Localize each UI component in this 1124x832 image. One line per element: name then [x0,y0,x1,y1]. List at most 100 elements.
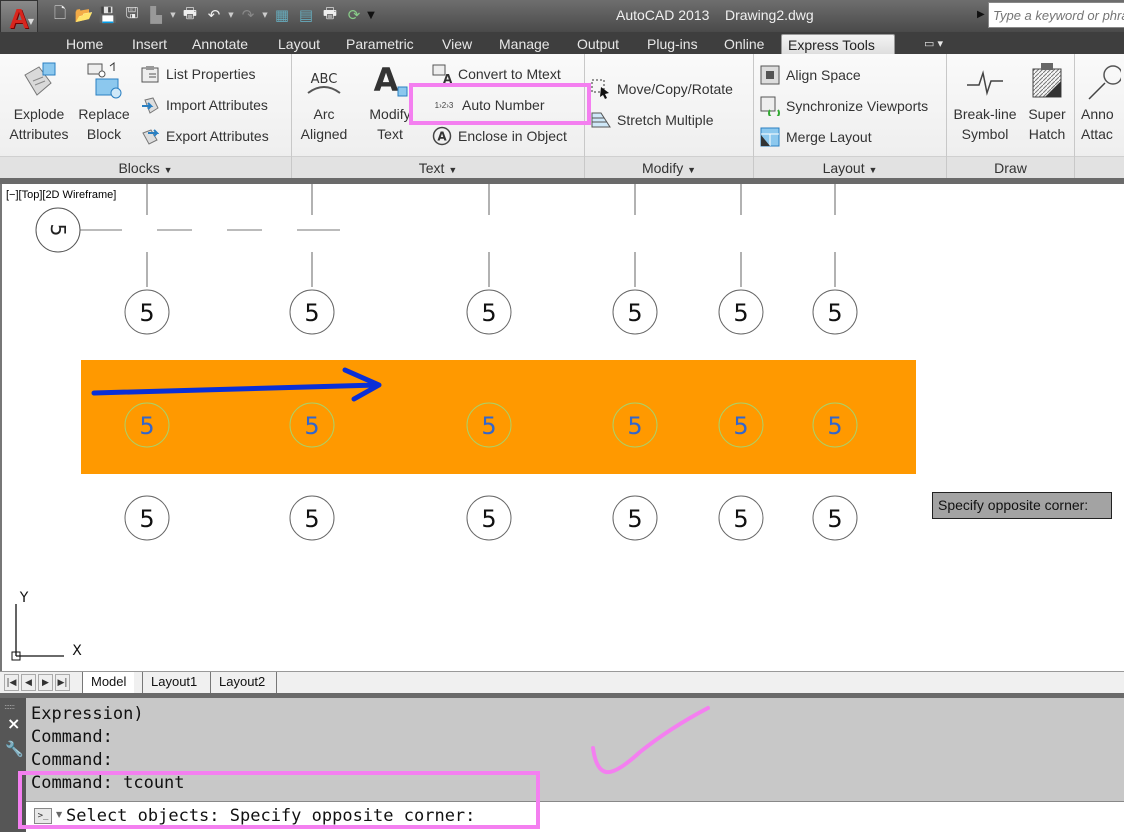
grid-bubble-text: 5 [733,505,748,533]
merge-layout-button[interactable]: Merge Layout [760,127,872,147]
undo-icon[interactable]: ↶ [202,5,226,25]
new-icon[interactable]: 🗋 [48,4,72,25]
search-input[interactable] [988,2,1124,28]
auto-number-button[interactable]: 1›2›3 Auto Number [432,95,545,115]
panel-draw-title[interactable]: Draw [947,156,1074,178]
wrench-icon[interactable]: 🔧 [5,740,24,758]
chevron-down-icon[interactable]: ▼ [56,810,62,819]
quick-access-toolbar: 🗋 📂 💾 🖫 ▙ ▼ 🖶 ↶ ▼ ↷ ▼ ▦ ▤ 🖶 ⟳ ▼ [48,4,376,25]
explode-attributes-icon [4,60,74,102]
save-as-icon[interactable]: 🖫 [120,4,144,25]
tab-output[interactable]: Output [571,34,625,54]
auto-number-label: Auto Number [462,97,545,113]
tab-express-tools[interactable]: Express Tools [781,34,895,54]
modify-text-button[interactable]: A Modify Text [360,60,420,144]
batch-plot-icon[interactable]: 🖶 [318,4,342,25]
stretch-multiple-icon [591,110,611,130]
synchronize-viewports-button[interactable]: Synchronize Viewports [760,96,928,116]
tab-manage[interactable]: Manage [493,34,556,54]
import-attributes-button[interactable]: Import Attributes [140,95,268,115]
grid-bubble-text: 5 [139,299,154,327]
layout-tab-model[interactable]: Model [82,672,135,693]
plot-icon[interactable]: 🖶 [178,4,202,25]
panel-blocks-title[interactable]: Blocks ▼ [0,156,291,178]
panel-text-title-text: Text [418,160,445,176]
enclose-in-object-button[interactable]: A Enclose in Object [432,126,567,146]
merge-layout-icon [760,127,780,147]
panel-modify-title[interactable]: Modify ▼ [585,156,753,178]
replace-block-label-2: Block [86,126,122,142]
stretch-multiple-label: Stretch Multiple [617,112,714,128]
export-attributes-button[interactable]: Export Attributes [140,126,269,146]
stretch-multiple-button[interactable]: Stretch Multiple [591,110,713,130]
synchronize-viewports-icon [760,96,780,116]
tab-layout[interactable]: Layout [272,34,326,54]
drawing-viewport[interactable]: 5 5 5 5 5 5 5 5 5 5 5 5 5 5 5 5 5 5 5 Y X [−][Top][2D Wirefr… [0,184,1124,671]
chevron-down-icon: ▼ [27,17,34,26]
replace-block-button[interactable]: Replace Block [74,60,134,144]
last-layout-icon[interactable]: ▶| [55,674,70,691]
tab-online[interactable]: Online [718,34,770,54]
sync-icon[interactable]: ⟳ [342,5,366,25]
redo-icon[interactable]: ↷ [236,5,260,25]
svg-text:A: A [443,72,452,84]
command-prompt-icon[interactable]: >_ [34,808,52,824]
command-line[interactable]: >_ ▼ Select objects: Specify opposite co… [26,801,1124,832]
tab-parametric[interactable]: Parametric [340,34,420,54]
layout-tab-bar: |◀ ◀ ▶ ▶| Model Layout1 Layout2 [0,671,1124,693]
break-line-symbol-button[interactable]: Break-line Symbol [949,60,1021,144]
convert-to-mtext-button[interactable]: A Convert to Mtext [432,64,561,84]
undo-dropdown-icon[interactable]: ▼ [226,11,236,19]
close-icon[interactable]: × [7,714,20,733]
explode-attributes-label-1: Explode [13,106,65,122]
tab-view[interactable]: View [436,34,478,54]
sheet-set-icon[interactable]: ▦ [270,5,294,25]
properties-icon[interactable]: ▤ [294,5,318,25]
command-input[interactable]: Select objects: Specify opposite corner: [66,806,475,826]
annotation-attach-button[interactable]: Anno Attac [1081,60,1124,144]
list-properties-icon [140,64,160,84]
ribbon-tab-bar: Home Insert Annotate Layout Parametric V… [0,32,1124,54]
tab-plug-ins[interactable]: Plug-ins [641,34,704,54]
layout-tab-layout1[interactable]: Layout1 [142,672,205,693]
tab-home[interactable]: Home [60,34,109,54]
save-icon[interactable]: 💾 [96,5,120,25]
super-hatch-label-1: Super [1028,106,1066,122]
super-hatch-button[interactable]: Super Hatch [1021,60,1073,144]
open-icon[interactable]: 📂 [72,5,96,25]
import-attributes-icon [140,95,160,115]
customize-qat-icon[interactable]: ▼ [366,10,376,21]
panel-text: ABC Arc Aligned A Modify Text A Convert … [292,54,585,178]
ribbon-minimize-button[interactable]: ▭ ▾ [918,34,949,54]
first-layout-icon[interactable]: |◀ [4,674,19,691]
redo-dropdown-icon[interactable]: ▼ [260,11,270,19]
drawing-canvas[interactable]: 5 5 5 5 5 5 5 5 5 5 5 5 5 5 5 5 5 5 5 Y X [2,184,1124,671]
expand-search-icon[interactable]: ▶ [977,9,985,20]
grip-handle[interactable]: :::::: [4,702,15,711]
annotation-label-2: Attac [1081,126,1113,142]
grid-bubble-text: 5 [481,412,496,440]
tab-insert[interactable]: Insert [126,34,173,54]
grid-bubble-text: 5 [827,299,842,327]
grid-bubble-text: 5 [733,299,748,327]
tab-annotate[interactable]: Annotate [186,34,254,54]
break-line-icon [949,60,1021,102]
arc-aligned-button[interactable]: ABC Arc Aligned [294,60,354,144]
previous-layout-icon[interactable]: ◀ [21,674,36,691]
viewport-controls-label[interactable]: [−][Top][2D Wireframe] [6,189,116,201]
explode-attributes-button[interactable]: Explode Attributes [4,60,74,144]
publish-dropdown-icon[interactable]: ▼ [168,11,178,19]
ucs-x-label: X [72,643,82,659]
grid-bubble-text: 5 [627,505,642,533]
layout-tab-layout2[interactable]: Layout2 [210,672,273,693]
move-copy-rotate-button[interactable]: Move/Copy/Rotate [591,79,733,99]
panel-layout-title[interactable]: Layout ▼ [754,156,946,178]
panel-text-title[interactable]: Text ▼ [292,156,584,178]
replace-block-icon [74,60,134,102]
panel-draw-title-text: Draw [994,160,1027,176]
align-space-button[interactable]: Align Space [760,65,861,85]
next-layout-icon[interactable]: ▶ [38,674,53,691]
list-properties-button[interactable]: List Properties [140,64,255,84]
publish-icon[interactable]: ▙ [144,5,168,25]
panel-modify-title-text: Modify [641,160,684,176]
